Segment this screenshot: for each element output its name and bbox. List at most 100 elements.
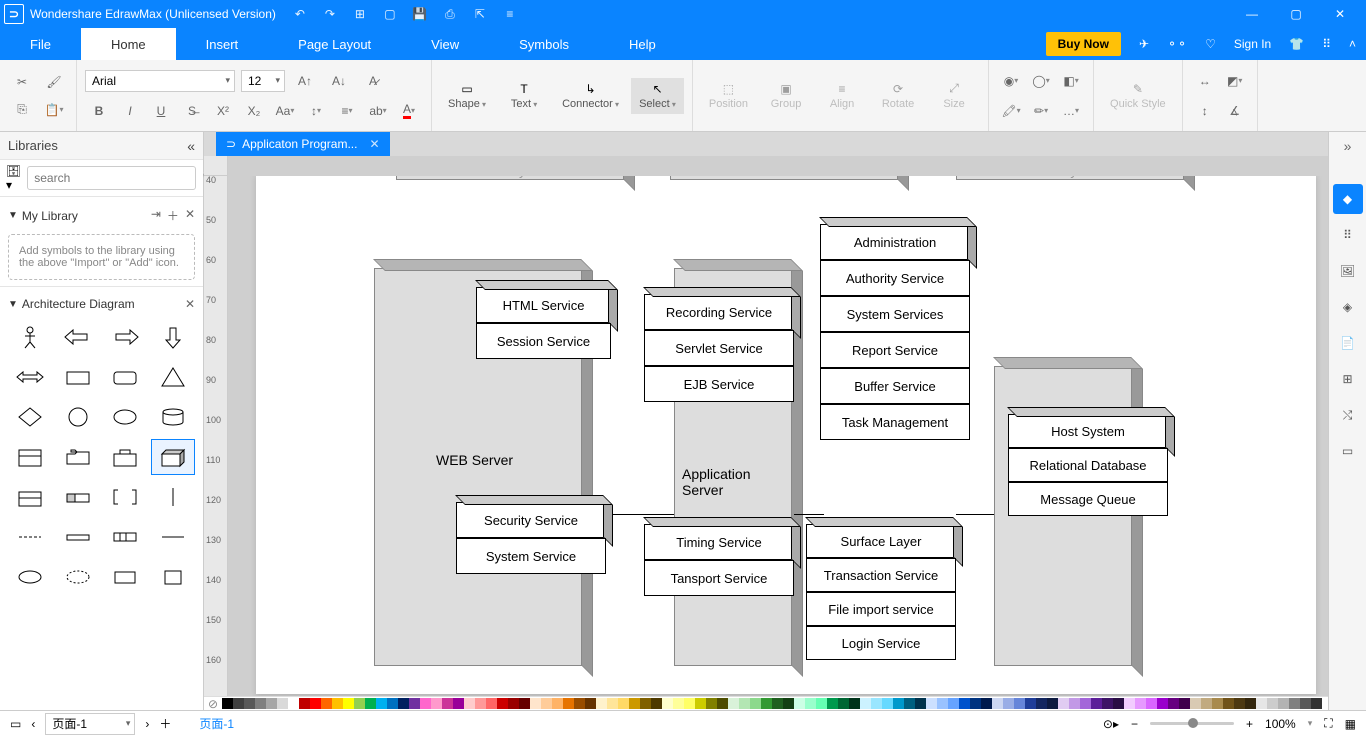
color-swatch[interactable] [794, 698, 805, 709]
color-swatch[interactable] [354, 698, 365, 709]
login-box[interactable]: Login Service [806, 626, 956, 660]
color-swatch[interactable] [1124, 698, 1135, 709]
apps-icon[interactable]: ⠿ [1322, 37, 1331, 51]
page-panel-icon[interactable]: 📄 [1333, 328, 1363, 358]
shape-rect[interactable] [56, 359, 100, 395]
color-swatch[interactable] [871, 698, 882, 709]
same-width-icon[interactable]: ↔ [1191, 69, 1219, 93]
close-arch-icon[interactable]: ✕ [185, 297, 195, 311]
color-swatch[interactable] [1179, 698, 1190, 709]
color-swatch[interactable] [277, 698, 288, 709]
color-swatch[interactable] [838, 698, 849, 709]
color-swatch[interactable] [948, 698, 959, 709]
connector-3[interactable] [956, 514, 994, 515]
color-swatch[interactable] [618, 698, 629, 709]
color-swatch[interactable] [1278, 698, 1289, 709]
document-tab[interactable]: ⊃ Applicaton Program... ✕ [216, 132, 390, 156]
shape-dash-line[interactable] [8, 519, 52, 555]
color-swatch[interactable] [585, 698, 596, 709]
shape-ellipse2[interactable] [8, 559, 52, 595]
color-swatch[interactable] [288, 698, 299, 709]
color-swatch[interactable] [1003, 698, 1014, 709]
color-swatch[interactable] [574, 698, 585, 709]
shape-circle[interactable] [56, 399, 100, 435]
shape-line-v[interactable] [151, 479, 195, 515]
color-swatch[interactable] [695, 698, 706, 709]
shape-rect3[interactable] [104, 559, 148, 595]
italic-icon[interactable]: I [116, 99, 144, 123]
tab-view[interactable]: View [401, 28, 489, 60]
color-swatch[interactable] [893, 698, 904, 709]
host-box[interactable]: Host System [1008, 414, 1168, 448]
color-swatch[interactable] [728, 698, 739, 709]
color-swatch[interactable] [1267, 698, 1278, 709]
add-icon[interactable]: ＋ [167, 207, 179, 224]
outline-panel-icon[interactable]: ⊞ [1333, 364, 1363, 394]
history-panel-icon[interactable]: ▭ [1333, 436, 1363, 466]
fit-page-icon[interactable]: ⛶ [1324, 716, 1332, 731]
color-swatch[interactable] [915, 698, 926, 709]
color-swatch[interactable] [332, 698, 343, 709]
color-swatch[interactable] [1201, 698, 1212, 709]
color-swatch[interactable] [1069, 698, 1080, 709]
color-swatch[interactable] [222, 698, 233, 709]
connector-tool[interactable]: ↳Connector [554, 78, 627, 114]
minimize-button[interactable]: — [1230, 0, 1274, 28]
color-swatch[interactable] [651, 698, 662, 709]
font-size-select[interactable]: 12 [241, 70, 285, 92]
dash-icon[interactable]: … [1057, 99, 1085, 123]
close-lib-icon[interactable]: ✕ [185, 207, 195, 224]
color-swatch[interactable] [607, 698, 618, 709]
color-swatch[interactable] [1113, 698, 1124, 709]
color-swatch[interactable] [1256, 698, 1267, 709]
page-select[interactable]: 页面-1 [45, 713, 135, 735]
color-swatch[interactable] [266, 698, 277, 709]
zoom-slider[interactable] [1150, 722, 1234, 725]
shape-arrow-left[interactable] [56, 319, 100, 355]
color-swatch[interactable] [431, 698, 442, 709]
strike-icon[interactable]: S̶ [178, 99, 206, 123]
shape-arrow-right[interactable] [104, 319, 148, 355]
system-service-box[interactable]: System Service [456, 538, 606, 574]
shape-rect4[interactable] [151, 559, 195, 595]
crop-icon[interactable]: ◩ [1221, 69, 1249, 93]
color-swatch[interactable] [310, 698, 321, 709]
color-swatch[interactable] [365, 698, 376, 709]
sysserv-box[interactable]: System Services [820, 296, 970, 332]
color-swatch[interactable] [475, 698, 486, 709]
shape-dash-ellipse[interactable] [56, 559, 100, 595]
shape-brackets[interactable] [104, 479, 148, 515]
color-swatch[interactable] [849, 698, 860, 709]
color-swatch[interactable] [739, 698, 750, 709]
shape-arrow-double[interactable] [8, 359, 52, 395]
shape-progress[interactable] [56, 479, 100, 515]
color-swatch[interactable] [596, 698, 607, 709]
shape-rounded-rect[interactable] [104, 359, 148, 395]
search-input[interactable] [27, 166, 196, 190]
color-swatch[interactable] [970, 698, 981, 709]
color-swatch[interactable] [1245, 698, 1256, 709]
bullets-icon[interactable]: ≡ [333, 99, 361, 123]
color-swatch[interactable] [1036, 698, 1047, 709]
color-swatch[interactable] [376, 698, 387, 709]
signin-link[interactable]: Sign In [1234, 37, 1271, 51]
format-panel-icon[interactable]: ◆ [1333, 184, 1363, 214]
authority-box[interactable]: Authority Service [820, 260, 970, 296]
theme-icon[interactable]: 👕 [1289, 37, 1304, 51]
color-swatch[interactable] [1212, 698, 1223, 709]
fit-width-icon[interactable]: ▦ [1345, 717, 1356, 731]
color-swatch[interactable] [1146, 698, 1157, 709]
color-swatch[interactable] [904, 698, 915, 709]
color-swatch[interactable] [1091, 698, 1102, 709]
qat-more-icon[interactable]: ≡ [502, 6, 518, 22]
color-swatch[interactable] [497, 698, 508, 709]
maximize-button[interactable]: ▢ [1274, 0, 1318, 28]
color-swatch[interactable] [233, 698, 244, 709]
color-swatch[interactable] [1289, 698, 1300, 709]
collapse-right-icon[interactable]: » [1344, 138, 1352, 160]
color-swatch[interactable] [1168, 698, 1179, 709]
fill-color-icon[interactable]: 🖍 [997, 99, 1025, 123]
color-swatch[interactable] [684, 698, 695, 709]
paste-icon[interactable]: 📋 [40, 98, 68, 122]
font-color-icon[interactable]: A [395, 99, 423, 123]
